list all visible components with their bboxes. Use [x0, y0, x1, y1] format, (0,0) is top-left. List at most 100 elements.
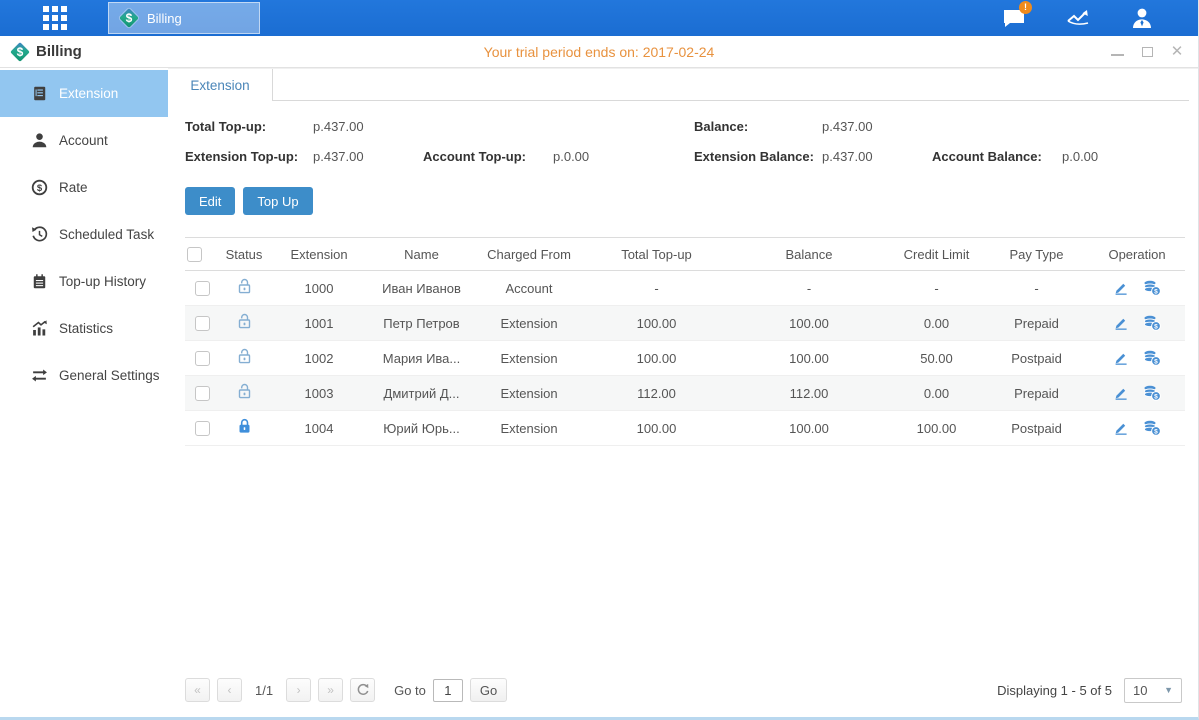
column-header-charged-from[interactable]: Charged From	[474, 238, 584, 271]
goto-page-input[interactable]	[433, 679, 463, 702]
column-header-balance[interactable]: Balance	[729, 238, 889, 271]
toolbar: Edit Top Up	[185, 187, 1182, 215]
cell-balance: 100.00	[729, 341, 889, 376]
top-up-coins-icon[interactable]: $	[1143, 420, 1161, 436]
topbar-tab-billing[interactable]: $ Billing	[108, 2, 260, 34]
cell-name: Иван Иванов	[369, 271, 474, 306]
chevron-down-icon: ▼	[1164, 685, 1173, 695]
displaying-text: Displaying 1 - 5 of 5	[997, 683, 1112, 698]
account-balance-value: p.0.00	[1062, 149, 1182, 164]
goto-label: Go to	[394, 683, 426, 698]
cell-credit-limit: 100.00	[889, 411, 984, 446]
top-up-button[interactable]: Top Up	[243, 187, 312, 215]
cell-credit-limit: 50.00	[889, 341, 984, 376]
column-header-name[interactable]: Name	[369, 238, 474, 271]
edit-pencil-icon[interactable]	[1113, 385, 1129, 401]
svg-text:$: $	[1154, 323, 1158, 330]
top-up-coins-icon[interactable]: $	[1143, 350, 1161, 366]
balance-value: p.437.00	[822, 119, 932, 134]
sidebar-item-label: Account	[59, 133, 108, 148]
cell-charged-from: Extension	[474, 341, 584, 376]
dollar-circle-icon: $	[30, 179, 48, 197]
select-all-checkbox[interactable]	[187, 247, 202, 262]
dollar-diamond-icon: $	[10, 42, 30, 62]
sidebar-item-label: Top-up History	[59, 274, 146, 289]
table-row: 1000Иван ИвановAccount----$	[185, 271, 1185, 306]
first-page-button[interactable]: «	[185, 678, 210, 702]
extension-balance-value: p.437.00	[822, 149, 932, 164]
tab-extension[interactable]: Extension	[168, 69, 273, 101]
last-page-button[interactable]: »	[318, 678, 343, 702]
account-topup-value: p.0.00	[553, 149, 694, 164]
user-icon[interactable]	[1126, 5, 1158, 31]
sidebar-item-account[interactable]: Account	[0, 117, 168, 164]
edit-button[interactable]: Edit	[185, 187, 235, 215]
cell-credit-limit: 0.00	[889, 376, 984, 411]
maximize-icon[interactable]	[1140, 46, 1154, 58]
cell-name: Мария Ива...	[369, 341, 474, 376]
table-row: 1004Юрий Юрь...Extension100.00100.00100.…	[185, 411, 1185, 446]
row-checkbox[interactable]	[195, 351, 210, 366]
column-header-total-top-up[interactable]: Total Top-up	[584, 238, 729, 271]
prev-page-button[interactable]: ‹	[217, 678, 242, 702]
row-checkbox[interactable]	[195, 386, 210, 401]
cell-name: Дмитрий Д...	[369, 376, 474, 411]
line-chart-icon[interactable]	[1062, 5, 1094, 31]
table-header-row: StatusExtensionNameCharged FromTotal Top…	[185, 238, 1185, 271]
unlocked-icon	[237, 348, 252, 365]
cell-total-topup: 100.00	[584, 341, 729, 376]
cell-balance: -	[729, 271, 889, 306]
top-up-coins-icon[interactable]: $	[1143, 280, 1161, 296]
go-button[interactable]: Go	[470, 678, 507, 702]
content-spacer	[185, 446, 1182, 671]
top-up-coins-icon[interactable]: $	[1143, 315, 1161, 331]
summary-panel: Total Top-up: p.437.00 Extension Top-up:…	[185, 119, 1182, 164]
sidebar-item-scheduled-task[interactable]: Scheduled Task	[0, 211, 168, 258]
row-checkbox[interactable]	[195, 316, 210, 331]
pagination-bar: « ‹ 1/1 › » Go to Go Displaying 1 - 5 of…	[185, 671, 1182, 717]
cell-balance: 100.00	[729, 306, 889, 341]
edit-pencil-icon[interactable]	[1113, 315, 1129, 331]
row-checkbox[interactable]	[195, 421, 210, 436]
row-checkbox[interactable]	[195, 281, 210, 296]
extension-table: StatusExtensionNameCharged FromTotal Top…	[185, 237, 1185, 446]
page-size-select[interactable]: 10 ▼	[1124, 678, 1182, 703]
sidebar-item-extension[interactable]: Extension	[0, 70, 168, 117]
window-title: $ Billing	[0, 42, 82, 62]
column-header-extension[interactable]: Extension	[269, 238, 369, 271]
chat-notification-icon[interactable]: !	[998, 5, 1030, 31]
top-up-coins-icon[interactable]: $	[1143, 385, 1161, 401]
column-header-pay-type[interactable]: Pay Type	[984, 238, 1089, 271]
billing-app-window: $ Billing !	[0, 0, 1199, 720]
sidebar-item-topup-history[interactable]: Top-up History	[0, 258, 168, 305]
app-grid-icon[interactable]	[20, 0, 90, 36]
minimize-icon[interactable]	[1110, 46, 1124, 58]
svg-text:$: $	[1154, 358, 1158, 365]
table-row: 1001Петр ПетровExtension100.00100.000.00…	[185, 306, 1185, 341]
sidebar-item-general-settings[interactable]: General Settings	[0, 352, 168, 399]
svg-text:$: $	[1154, 393, 1158, 400]
edit-pencil-icon[interactable]	[1113, 420, 1129, 436]
sidebar-item-rate[interactable]: $ Rate	[0, 164, 168, 211]
cell-pay-type: Postpaid	[984, 341, 1089, 376]
next-page-button[interactable]: ›	[286, 678, 311, 702]
table-row: 1003Дмитрий Д...Extension112.00112.000.0…	[185, 376, 1185, 411]
topbar: $ Billing !	[0, 0, 1198, 36]
close-icon[interactable]: ✕	[1170, 46, 1184, 58]
cell-total-topup: 100.00	[584, 306, 729, 341]
sidebar-item-statistics[interactable]: Statistics	[0, 305, 168, 352]
sidebar-item-label: Rate	[59, 180, 88, 195]
cell-charged-from: Account	[474, 271, 584, 306]
column-header-operation[interactable]: Operation	[1089, 238, 1185, 271]
refresh-icon[interactable]	[350, 678, 375, 702]
dollar-diamond-icon: $	[119, 8, 139, 28]
extension-balance-label: Extension Balance:	[694, 149, 822, 164]
unlocked-icon	[237, 278, 252, 295]
edit-pencil-icon[interactable]	[1113, 280, 1129, 296]
edit-pencil-icon[interactable]	[1113, 350, 1129, 366]
trial-message: Your trial period ends on: 2017-02-24	[0, 44, 1198, 60]
column-header-status[interactable]: Status	[219, 238, 269, 271]
cell-charged-from: Extension	[474, 411, 584, 446]
column-header-credit-limit[interactable]: Credit Limit	[889, 238, 984, 271]
ledger-icon	[30, 85, 48, 103]
